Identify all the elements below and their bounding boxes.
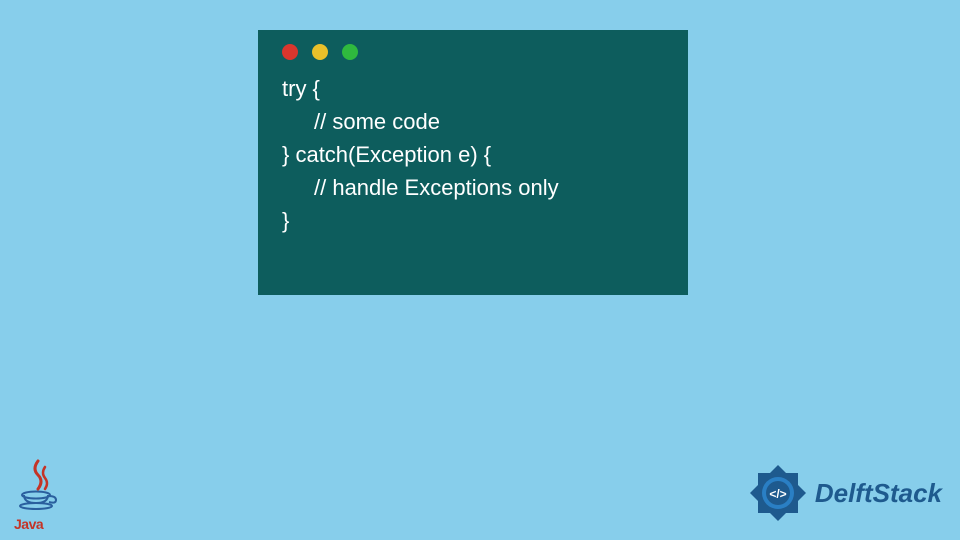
java-logo: Java <box>14 457 66 532</box>
delftstack-badge-icon: </> <box>747 462 809 524</box>
code-window: try { // some code } catch(Exception e) … <box>258 30 688 295</box>
code-line-2: // some code <box>282 105 664 138</box>
window-maximize-dot <box>342 44 358 60</box>
delftstack-logo: </> DelftStack <box>747 462 942 524</box>
code-content: try { // some code } catch(Exception e) … <box>258 68 688 253</box>
code-line-4: // handle Exceptions only <box>282 171 664 204</box>
window-close-dot <box>282 44 298 60</box>
window-controls <box>258 30 688 68</box>
java-logo-text: Java <box>14 516 43 532</box>
svg-text:</>: </> <box>769 487 786 501</box>
java-cup-icon <box>18 459 58 514</box>
code-line-1: try { <box>282 72 664 105</box>
window-minimize-dot <box>312 44 328 60</box>
code-line-3: } catch(Exception e) { <box>282 138 664 171</box>
delftstack-logo-text: DelftStack <box>815 478 942 509</box>
code-line-5: } <box>282 204 664 237</box>
